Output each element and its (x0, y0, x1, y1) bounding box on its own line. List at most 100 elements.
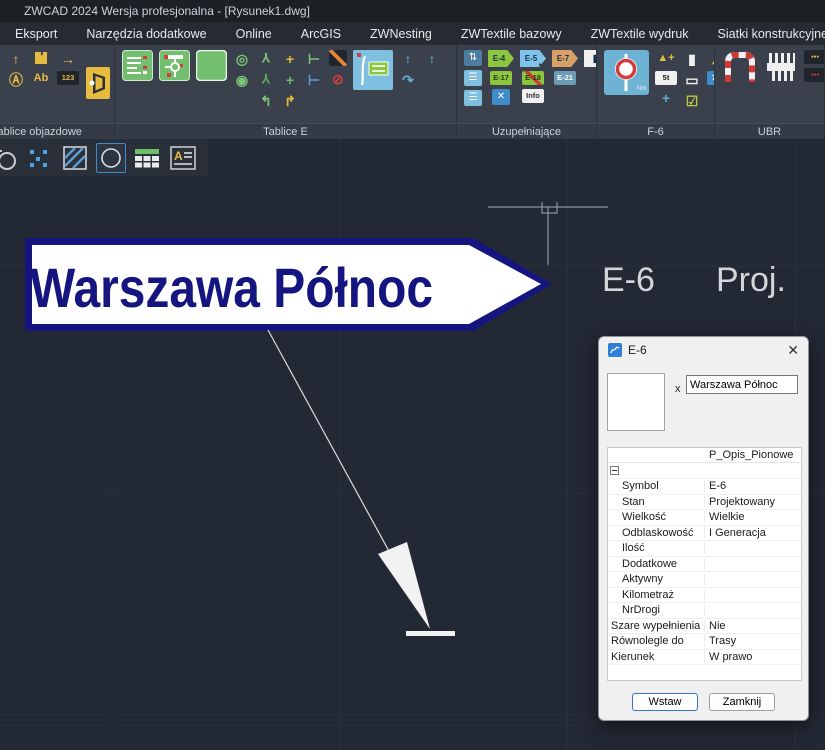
lines-1-icon[interactable]: ☰ (464, 70, 482, 86)
property-row-szare-wypełnienia: Szare wypełnieniaNie (608, 619, 801, 635)
junction-y2-icon[interactable]: Y (257, 71, 275, 88)
post-bar-icon[interactable]: ▮ (683, 50, 701, 67)
canvas-label-state[interactable]: Proj. (716, 261, 786, 299)
property-label: Odblaskowość (608, 527, 705, 539)
tab-zwtextile-wydruk[interactable]: ZWTextile wydruk (591, 27, 689, 41)
no-sign-icon[interactable] (329, 50, 347, 66)
e4-icon[interactable]: E-4 (488, 50, 514, 67)
dots-yellow-icon[interactable]: ▪▪▪ (804, 50, 825, 64)
barrier-arch-icon[interactable] (722, 50, 758, 84)
cross-plus-green-icon[interactable]: + (281, 71, 299, 88)
sign-e6-entity[interactable]: Warszawa Północ (25, 238, 552, 331)
property-value[interactable]: E-6 (705, 480, 801, 492)
detour-a-icon[interactable]: Ⓐ (7, 71, 25, 88)
tab-siatki-konstrukcyjne[interactable]: Siatki konstrukcyjne (718, 27, 825, 41)
turn-right-icon[interactable]: ↱ (281, 92, 299, 109)
info-icon[interactable]: Info (522, 89, 544, 103)
triangle-plus-icon[interactable]: ▲+ (656, 50, 676, 67)
t-junction-tag-icon[interactable]: ⊢ (305, 71, 323, 88)
table-e-list-icon[interactable] (122, 50, 153, 81)
name-field-label: x (675, 383, 681, 395)
property-row-nrdrogi: NrDrogi (608, 603, 801, 619)
circle-tool-icon[interactable] (96, 143, 126, 173)
sign-name-input[interactable] (686, 375, 798, 394)
property-row-aktywny: Aktywny (608, 572, 801, 588)
5t-icon[interactable]: 5t (655, 71, 677, 85)
exit-board-icon[interactable] (85, 65, 111, 101)
osnap-points-icon[interactable] (24, 143, 54, 173)
ribbon-group-uzupe-niaj-ce: ⇅☰☰E-4E-17✕E-5E-18InfoE-7E-21❚Uzupełniaj… (457, 45, 597, 139)
junction-x-icon[interactable]: ✕ (492, 89, 510, 105)
empty-row (608, 665, 801, 680)
property-value[interactable]: Wielkie (705, 511, 801, 523)
property-value[interactable]: Nie (705, 620, 801, 632)
canvas-label-symbol[interactable]: E-6 (602, 261, 655, 299)
text-style-icon[interactable]: A (168, 143, 198, 173)
e17-icon[interactable]: E-17 (490, 71, 512, 85)
tab-zwtextile-bazowy[interactable]: ZWTextile bazowy (461, 27, 562, 41)
guardrail-icon[interactable] (764, 50, 798, 84)
ribbon-group-label: Tablice E (115, 123, 456, 139)
property-value[interactable]: I Generacja (705, 527, 801, 539)
close-button[interactable]: Zamknij (709, 693, 775, 711)
property-grid: P_Opis_Pionowe SymbolE-6StanProjektowany… (607, 447, 802, 681)
lane-arrows-icon[interactable]: ⇅ (464, 50, 482, 66)
tab-row: Eksport Narzędzia dodatkowe Online ArcGIS ZW… (0, 22, 825, 45)
donut-icon[interactable]: ◉ (233, 71, 251, 88)
station-marker[interactable] (488, 202, 608, 265)
turn-left-icon[interactable]: ↰ (257, 92, 275, 109)
ribbon-group-tablice-objazdowe: ↑ⒶAb→123Tablice objazdowe (0, 45, 115, 139)
arrow-curve-icon[interactable]: ↷ (399, 71, 417, 88)
f6-main-icon[interactable]: Nm (604, 50, 649, 95)
limit-30-icon[interactable]: ⊘ (329, 70, 347, 87)
detour-ab-icon[interactable]: Ab (31, 70, 51, 87)
drawing-canvas[interactable]: A Warszawa Północ E-6 Proj. (0, 139, 825, 750)
property-grid-header: P_Opis_Pionowe (608, 448, 801, 463)
export-arrow-icon[interactable]: ❚ (584, 50, 597, 67)
insert-button[interactable]: Wstaw (632, 693, 698, 711)
sign-text[interactable]: Warszawa Północ (30, 256, 433, 319)
hatch-icon[interactable] (60, 143, 90, 173)
checkbox-icon[interactable]: ☑ (683, 92, 701, 109)
property-value[interactable]: W prawo (705, 651, 801, 663)
table-e-blank-icon[interactable] (196, 50, 227, 81)
category-expander-row[interactable] (608, 463, 801, 479)
collapse-icon[interactable] (610, 466, 619, 475)
arrow-up-1-icon[interactable]: ↑ (399, 50, 417, 67)
arrow-right-icon[interactable]: → (59, 50, 77, 67)
tab-arcgis[interactable]: ArcGIS (301, 27, 341, 41)
cross-plus-yellow-icon[interactable]: + (281, 50, 299, 67)
plate-blank-icon[interactable]: ▭ (683, 71, 701, 88)
leader-marker[interactable] (268, 330, 455, 636)
table-e-route-icon[interactable] (159, 50, 190, 81)
ring-icon[interactable]: ◎ (233, 50, 251, 67)
e21-icon[interactable]: E-21 (554, 71, 576, 85)
700-icon[interactable]: 700 (707, 71, 715, 85)
t-junction-sign-icon[interactable]: ⊢ (305, 50, 323, 67)
sign-preview-box (607, 373, 665, 431)
junction-y-icon[interactable]: Y (257, 50, 275, 67)
plus-blue-icon[interactable]: + (657, 89, 675, 106)
board-notch-icon[interactable] (33, 50, 49, 66)
dialog-titlebar[interactable]: E-6 ✕ (599, 337, 808, 363)
property-row-równolegle-do: Równolegle doTrasy (608, 634, 801, 650)
close-icon[interactable]: ✕ (787, 342, 799, 359)
e6-dialog: E-6 ✕ x P_Opis_Pionowe SymbolE-6StanProj… (598, 336, 809, 721)
lines-2-icon[interactable]: ☰ (464, 90, 482, 106)
e5-icon[interactable]: E-5 (520, 50, 546, 67)
property-value[interactable]: Trasy (705, 635, 801, 647)
tab-narzędzia-dodatkowe[interactable]: Narzędzia dodatkowe (86, 27, 206, 41)
detour-123-icon[interactable]: 123 (57, 71, 79, 85)
table-style-icon[interactable] (132, 143, 162, 173)
tab-zwnesting[interactable]: ZWNesting (370, 27, 432, 41)
tab-eksport[interactable]: Eksport (15, 27, 57, 41)
tab-online[interactable]: Online (236, 27, 272, 41)
block-edit-icon[interactable] (0, 143, 18, 173)
arrow-up-2-icon[interactable]: ↑ (423, 50, 441, 67)
e7-icon[interactable]: E-7 (552, 50, 578, 67)
sign-plate-icon[interactable] (353, 50, 393, 90)
property-value[interactable]: Projektowany (705, 496, 801, 508)
e18-icon[interactable]: E-18 (522, 71, 544, 85)
arrow-up-icon[interactable]: ↑ (7, 50, 25, 67)
dots-red-icon[interactable]: ▪▪▪ (804, 68, 825, 82)
